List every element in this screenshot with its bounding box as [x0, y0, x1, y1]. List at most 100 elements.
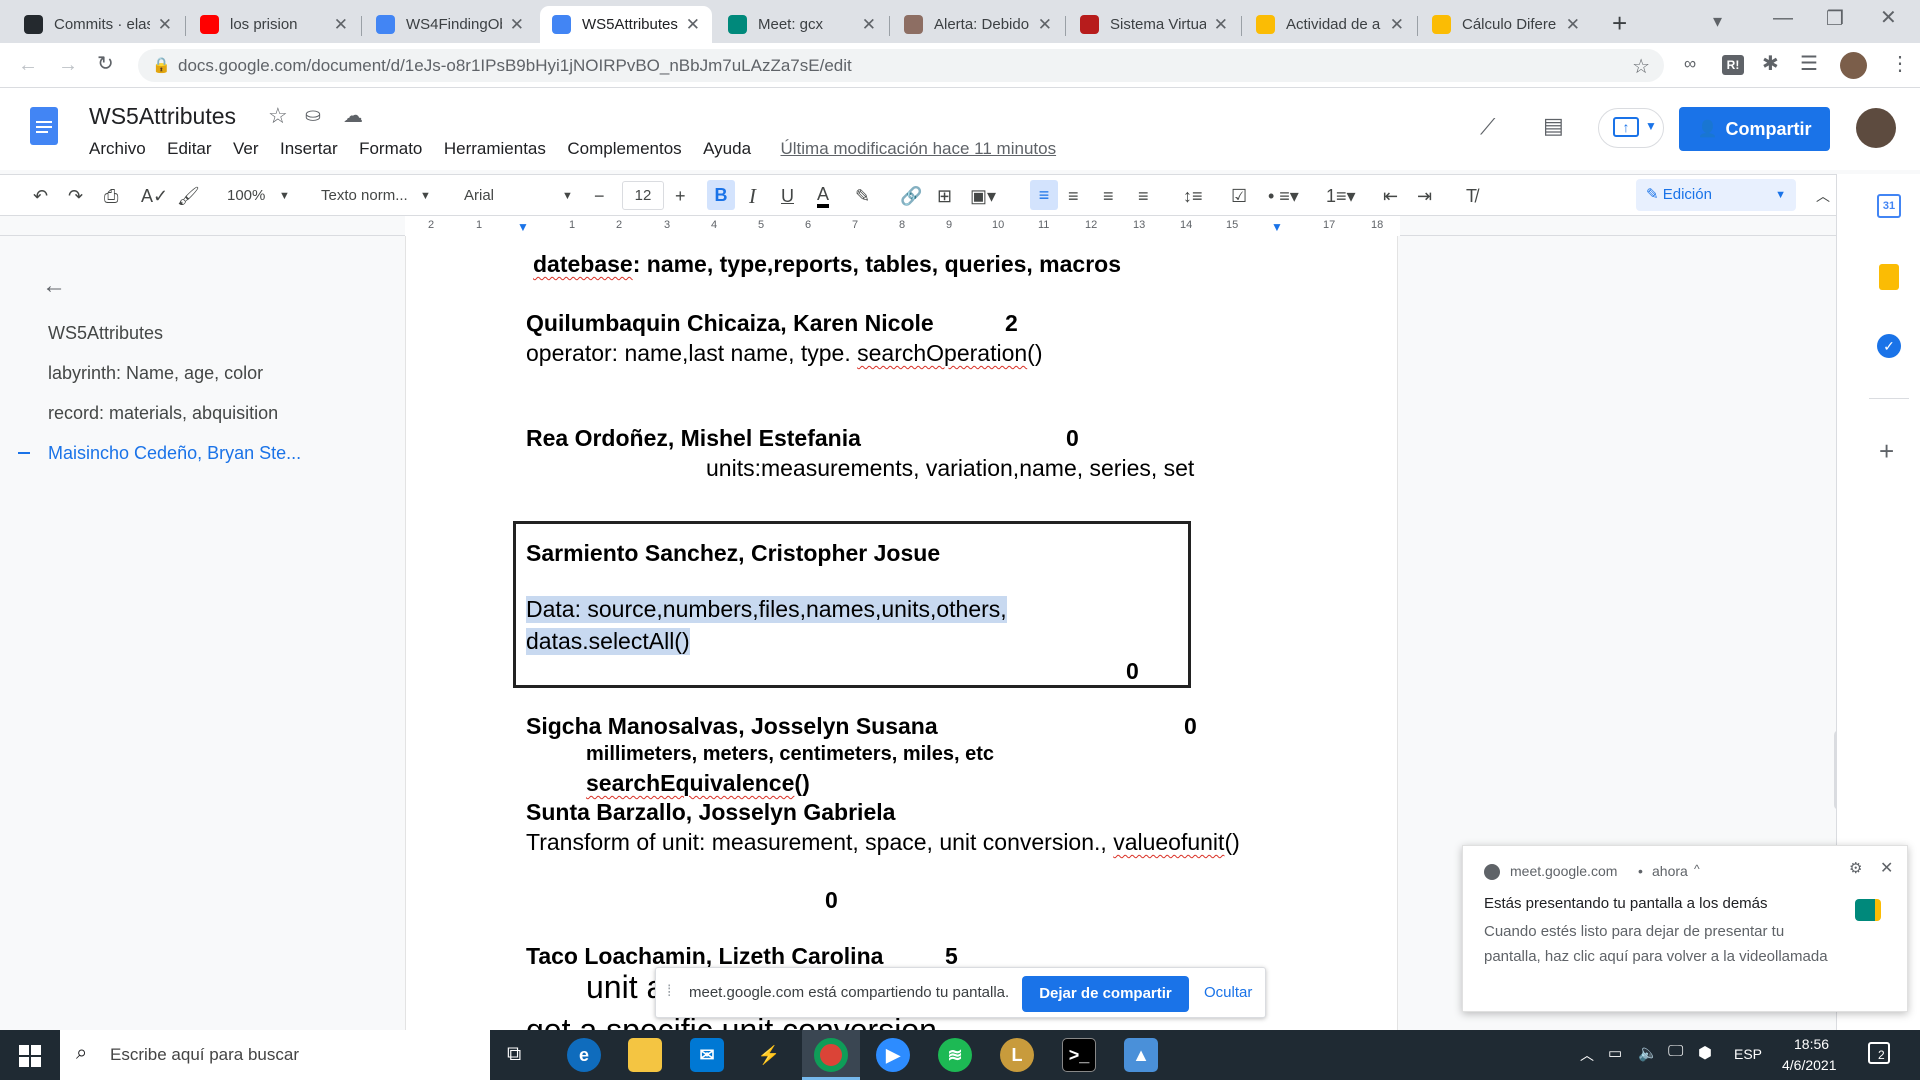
photos-icon[interactable]: ▲	[1124, 1038, 1158, 1072]
extensions-puzzle-icon[interactable]: ✱	[1762, 54, 1779, 74]
redo-icon[interactable]: ↷	[68, 184, 83, 208]
maximize-icon[interactable]: ❐	[1826, 9, 1844, 29]
volume-icon[interactable]: 🔈	[1638, 1043, 1658, 1063]
forward-icon[interactable]: →	[58, 55, 78, 75]
font-chevron-icon[interactable]: ▼	[562, 184, 573, 208]
settings-gear-icon[interactable]: ⚙	[1849, 859, 1862, 877]
font-size-input[interactable]: 12	[622, 181, 664, 210]
close-tab-icon[interactable]: ✕	[334, 15, 348, 35]
new-tab-icon[interactable]: +	[1612, 10, 1627, 36]
league-icon[interactable]: L	[1000, 1038, 1034, 1072]
action-center-icon[interactable]: 2	[1868, 1042, 1890, 1064]
font-select[interactable]: Arial	[464, 184, 494, 208]
tasks-icon[interactable]: ✓	[1877, 334, 1901, 358]
spellcheck-icon[interactable]: A✓	[141, 184, 168, 208]
collapse-toolbar-icon[interactable]: ︿	[1816, 184, 1830, 208]
close-tab-icon[interactable]: ✕	[862, 15, 876, 35]
close-outline-icon[interactable]: ←	[42, 272, 66, 300]
network-icon[interactable]: 🖵	[1668, 1043, 1683, 1061]
browser-tab[interactable]: Alerta: Debido ✕	[892, 6, 1064, 43]
tab-search-icon[interactable]: ▾	[1713, 12, 1722, 30]
menu-archivo[interactable]: Archivo	[89, 139, 146, 158]
browser-tab[interactable]: Commits · elas ✕	[12, 6, 184, 43]
docs-logo-icon[interactable]	[30, 107, 58, 145]
reload-icon[interactable]: ↻	[97, 54, 114, 74]
chrome-menu-icon[interactable]: ⋮	[1890, 54, 1910, 74]
decrease-indent-icon[interactable]: ⇤	[1383, 184, 1398, 208]
back-icon[interactable]: ←	[18, 55, 38, 75]
drag-handle-icon[interactable]: ⁞	[667, 983, 671, 1001]
menu-ayuda[interactable]: Ayuda	[703, 139, 751, 158]
tray-chevron-icon[interactable]: ︿	[1580, 1045, 1594, 1065]
account-avatar[interactable]	[1856, 108, 1896, 148]
reading-list-icon[interactable]: ☰	[1800, 54, 1818, 74]
highlight-icon[interactable]: ✎	[855, 184, 870, 208]
extension-icon[interactable]: ∞	[1684, 55, 1696, 72]
close-tab-icon[interactable]: ✕	[686, 15, 700, 35]
ruler[interactable]: 2 1 1 2 3 4 5 6 7 8 9 10 11 12 13 14 15 17 18 ▼ ▼	[0, 216, 1836, 236]
edge-icon[interactable]: e	[567, 1038, 601, 1072]
close-notification-icon[interactable]: ✕	[1880, 858, 1893, 878]
document-page[interactable]: datebase: name, type,reports, tables, qu…	[405, 236, 1398, 1030]
underline-icon[interactable]: U	[781, 184, 794, 208]
activity-trend-icon[interactable]: ⟋	[1480, 114, 1495, 140]
style-chevron-icon[interactable]: ▼	[420, 184, 431, 208]
align-center-icon[interactable]: ≡	[1068, 184, 1079, 208]
link-icon[interactable]: 🔗	[900, 184, 922, 208]
align-justify-icon[interactable]: ≡	[1138, 184, 1149, 208]
browser-tab[interactable]: los prision ✕	[188, 6, 360, 43]
left-indent-marker[interactable]: ▼	[517, 220, 529, 234]
menu-herramientas[interactable]: Herramientas	[444, 139, 546, 158]
hide-button[interactable]: Ocultar	[1204, 984, 1252, 1001]
undo-icon[interactable]: ↶	[33, 184, 48, 208]
move-folder-icon[interactable]: ⛀	[305, 104, 321, 127]
editing-mode-select[interactable]: ✎ Edición ▼	[1636, 179, 1796, 211]
browser-tab[interactable]: WS4FindingOb ✕	[364, 6, 536, 43]
extension-badge[interactable]: R!	[1722, 55, 1744, 75]
add-addon-icon[interactable]: +	[1879, 436, 1894, 467]
document-title[interactable]: WS5Attributes	[89, 103, 236, 130]
app-icon[interactable]: ⚡	[752, 1038, 786, 1072]
menu-formato[interactable]: Formato	[359, 139, 422, 158]
present-button[interactable]: ↑ ▼	[1598, 108, 1664, 148]
cloud-saved-icon[interactable]: ☁	[343, 103, 363, 128]
calendar-icon[interactable]: 31	[1877, 194, 1901, 218]
menu-ver[interactable]: Ver	[233, 139, 259, 158]
right-indent-marker[interactable]: ▼	[1271, 220, 1283, 234]
outline-item[interactable]: labyrinth: Name, age, color	[48, 363, 263, 384]
browser-tab[interactable]: Meet: gcx ✕	[716, 6, 888, 43]
close-window-icon[interactable]: ✕	[1880, 8, 1897, 28]
comments-icon[interactable]: ▤	[1543, 113, 1564, 139]
address-bar[interactable]: 🔒 docs.google.com/document/d/1eJs-o8r1IP…	[138, 49, 1664, 82]
decrease-size-icon[interactable]: −	[594, 184, 605, 208]
menu-editar[interactable]: Editar	[167, 139, 211, 158]
align-right-icon[interactable]: ≡	[1103, 184, 1114, 208]
battery-icon[interactable]: ▭	[1608, 1044, 1622, 1062]
dropbox-icon[interactable]: ⬢	[1698, 1043, 1712, 1063]
profile-avatar[interactable]	[1840, 52, 1867, 79]
browser-tab[interactable]: Sistema Virtua ✕	[1068, 6, 1240, 43]
close-tab-icon[interactable]: ✕	[158, 15, 172, 35]
bookmark-star-icon[interactable]: ☆	[1632, 54, 1650, 79]
outline-item[interactable]: WS5Attributes	[48, 323, 163, 344]
zoom-select[interactable]: 100%	[227, 184, 265, 208]
clock-time[interactable]: 18:56	[1794, 1036, 1829, 1052]
language-indicator[interactable]: ESP	[1734, 1046, 1762, 1062]
taskbar-search-box[interactable]: ⌕ Escribe aquí para buscar	[60, 1030, 490, 1080]
close-tab-icon[interactable]: ✕	[1214, 15, 1228, 35]
clock-date[interactable]: 4/6/2021	[1782, 1057, 1837, 1073]
spotify-icon[interactable]: ≋	[938, 1038, 972, 1072]
star-icon[interactable]: ☆	[268, 103, 288, 129]
keep-icon[interactable]	[1879, 264, 1899, 290]
italic-icon[interactable]: I	[749, 184, 756, 208]
increase-size-icon[interactable]: +	[675, 184, 686, 208]
image-insert-icon[interactable]: ▣▾	[970, 184, 996, 208]
line-spacing-icon[interactable]: ↕≡	[1183, 184, 1203, 208]
minimize-icon[interactable]: —	[1773, 8, 1793, 28]
terminal-icon[interactable]: >_	[1062, 1038, 1096, 1072]
stop-sharing-button[interactable]: Dejar de compartir	[1022, 976, 1189, 1012]
clear-formatting-icon[interactable]: T̸	[1466, 184, 1477, 208]
share-button[interactable]: 👤 Compartir	[1679, 107, 1830, 151]
zoom-chevron-icon[interactable]: ▼	[279, 184, 290, 208]
zoom-icon[interactable]: ▶	[876, 1038, 910, 1072]
